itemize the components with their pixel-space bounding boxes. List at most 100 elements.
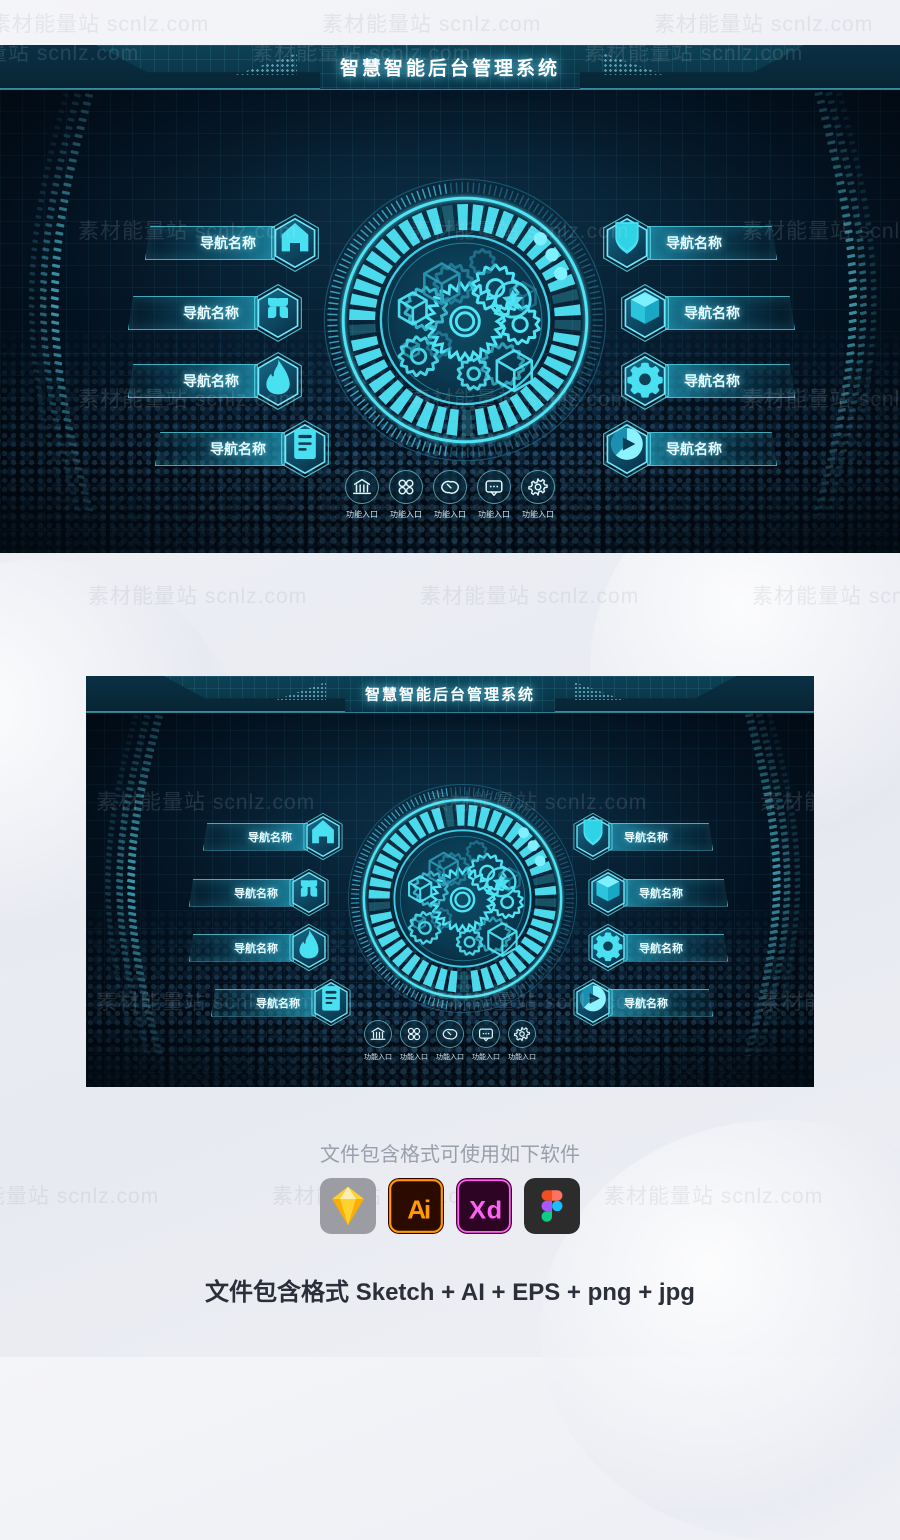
home-icon[interactable] xyxy=(268,213,322,273)
formats-note: 文件包含格式 Sketch + AI + EPS + png + jpg xyxy=(0,1272,900,1307)
nav-label-bar[interactable]: 导航名称 xyxy=(623,934,728,962)
sidebar-item-5[interactable]: 导航名称 xyxy=(618,283,795,343)
sidebar-item-4[interactable]: 导航名称 xyxy=(571,812,713,861)
sidebar-item-2[interactable]: 导航名称 xyxy=(128,351,305,411)
function-entry-3[interactable]: 功能入口 xyxy=(477,470,511,520)
function-entry-1[interactable]: 功能入口 xyxy=(400,1020,428,1062)
sidebar-item-label: 导航名称 xyxy=(256,995,300,1011)
sidebar-item-label: 导航名称 xyxy=(183,303,239,323)
sidebar-item-5[interactable]: 导航名称 xyxy=(586,868,728,917)
function-entry-label: 功能入口 xyxy=(436,1052,464,1062)
watermark: 素材能量站 scnlz.com xyxy=(654,8,873,38)
nav-label-bar[interactable]: 导航名称 xyxy=(155,432,285,466)
watermark: 素材能量站 scnlz.com xyxy=(420,580,639,610)
nav-label-bar[interactable]: 导航名称 xyxy=(623,879,728,907)
sidebar-item-6[interactable]: 导航名称 xyxy=(618,351,795,411)
sidebar-item-0[interactable]: 导航名称 xyxy=(203,812,345,861)
gear-icon[interactable] xyxy=(618,351,672,411)
shield-arrow-down-icon[interactable] xyxy=(571,812,615,861)
pie-play-icon[interactable] xyxy=(571,978,615,1027)
nav-label-bar[interactable]: 导航名称 xyxy=(647,226,777,260)
sidebar-item-7[interactable]: 导航名称 xyxy=(571,978,713,1027)
apps-grid-icon[interactable] xyxy=(400,1020,428,1048)
function-entry-2[interactable]: 功能入口 xyxy=(433,470,467,520)
sidebar-item-label: 导航名称 xyxy=(639,885,683,901)
watermark: 素材能量站 scnlz.com xyxy=(88,580,307,610)
sketch-icon xyxy=(320,1178,376,1234)
function-entry-0[interactable]: 功能入口 xyxy=(364,1020,392,1062)
nav-label-bar[interactable]: 导航名称 xyxy=(647,432,777,466)
sidebar-item-7[interactable]: 导航名称 xyxy=(600,419,777,479)
nav-label-bar[interactable]: 导航名称 xyxy=(211,989,316,1017)
sidebar-item-label: 导航名称 xyxy=(183,371,239,391)
function-entry-label: 功能入口 xyxy=(472,1052,500,1062)
nav-label-bar[interactable]: 导航名称 xyxy=(189,934,294,962)
function-entry-0[interactable]: 功能入口 xyxy=(345,470,379,520)
sidebar-item-label: 导航名称 xyxy=(684,371,740,391)
cube-icon[interactable] xyxy=(618,283,672,343)
dashboard-preview-small: 智慧智能后台管理系统 导航名称 导航名称 导航名称 导航名称 导航名称 导航名称 xyxy=(86,676,814,1087)
function-entry-label: 功能入口 xyxy=(478,509,510,520)
pie-play-icon[interactable] xyxy=(600,419,654,479)
sidebar-item-3[interactable]: 导航名称 xyxy=(155,419,332,479)
handshake-icon[interactable] xyxy=(436,1020,464,1048)
apps-grid-icon[interactable] xyxy=(389,470,423,504)
sidebar-item-2[interactable]: 导航名称 xyxy=(189,923,331,972)
nav-label-bar[interactable]: 导航名称 xyxy=(608,989,713,1017)
nav-label-bar[interactable]: 导航名称 xyxy=(608,823,713,851)
function-entries: 功能入口 功能入口 功能入口 功能入口 功能入口 xyxy=(335,470,565,520)
sidebar-item-6[interactable]: 导航名称 xyxy=(586,923,728,972)
function-entry-label: 功能入口 xyxy=(508,1052,536,1062)
nav-label-bar[interactable]: 导航名称 xyxy=(128,364,258,398)
svg-text:X: X xyxy=(469,1196,486,1224)
figma-icon xyxy=(524,1178,580,1234)
sidebar-item-1[interactable]: 导航名称 xyxy=(189,868,331,917)
sidebar-item-4[interactable]: 导航名称 xyxy=(600,213,777,273)
function-entry-4[interactable]: 功能入口 xyxy=(508,1020,536,1062)
nav-label-bar[interactable]: 导航名称 xyxy=(665,296,795,330)
gear-icon[interactable] xyxy=(508,1020,536,1048)
sidebar-item-label: 导航名称 xyxy=(666,233,722,253)
chat-bubble-icon[interactable] xyxy=(477,470,511,504)
nav-label-bar[interactable]: 导航名称 xyxy=(128,296,258,330)
shield-arrow-down-icon[interactable] xyxy=(600,213,654,273)
cube-icon[interactable] xyxy=(586,868,630,917)
document-list-icon[interactable] xyxy=(278,419,332,479)
nav-label-bar[interactable]: 导航名称 xyxy=(189,879,294,907)
sidebar-item-label: 导航名称 xyxy=(624,995,668,1011)
gears-hud[interactable] xyxy=(320,175,610,465)
nav-label-bar[interactable]: 导航名称 xyxy=(145,226,275,260)
nav-label-bar[interactable]: 导航名称 xyxy=(665,364,795,398)
function-entry-label: 功能入口 xyxy=(434,509,466,520)
software-title: 文件包含格式可使用如下软件 xyxy=(0,1138,900,1167)
gears-hud[interactable] xyxy=(345,781,580,1016)
grid-four-dots-icon[interactable] xyxy=(287,868,331,917)
home-icon[interactable] xyxy=(301,812,345,861)
document-list-icon[interactable] xyxy=(309,978,353,1027)
function-entry-1[interactable]: 功能入口 xyxy=(389,470,423,520)
sidebar-item-label: 导航名称 xyxy=(666,439,722,459)
sidebar-item-0[interactable]: 导航名称 xyxy=(145,213,322,273)
flame-icon[interactable] xyxy=(251,351,305,411)
function-entry-4[interactable]: 功能入口 xyxy=(521,470,555,520)
sidebar-item-1[interactable]: 导航名称 xyxy=(128,283,305,343)
function-entry-3[interactable]: 功能入口 xyxy=(472,1020,500,1062)
flame-icon[interactable] xyxy=(287,923,331,972)
page-title: 智慧智能后台管理系统 xyxy=(0,54,900,81)
sidebar-item-3[interactable]: 导航名称 xyxy=(211,978,353,1027)
grid-four-dots-icon[interactable] xyxy=(251,283,305,343)
bank-icon[interactable] xyxy=(364,1020,392,1048)
handshake-icon[interactable] xyxy=(433,470,467,504)
function-entry-2[interactable]: 功能入口 xyxy=(436,1020,464,1062)
bank-icon[interactable] xyxy=(345,470,379,504)
function-entry-label: 功能入口 xyxy=(390,509,422,520)
sidebar-item-label: 导航名称 xyxy=(624,829,668,845)
gear-icon[interactable] xyxy=(586,923,630,972)
gear-icon[interactable] xyxy=(521,470,555,504)
watermark: 素材能量站 scnlz.com xyxy=(0,8,209,38)
function-entry-label: 功能入口 xyxy=(522,509,554,520)
app-header: 智慧智能后台管理系统 xyxy=(0,45,900,90)
nav-label-bar[interactable]: 导航名称 xyxy=(203,823,308,851)
sidebar-item-label: 导航名称 xyxy=(234,940,278,956)
chat-bubble-icon[interactable] xyxy=(472,1020,500,1048)
